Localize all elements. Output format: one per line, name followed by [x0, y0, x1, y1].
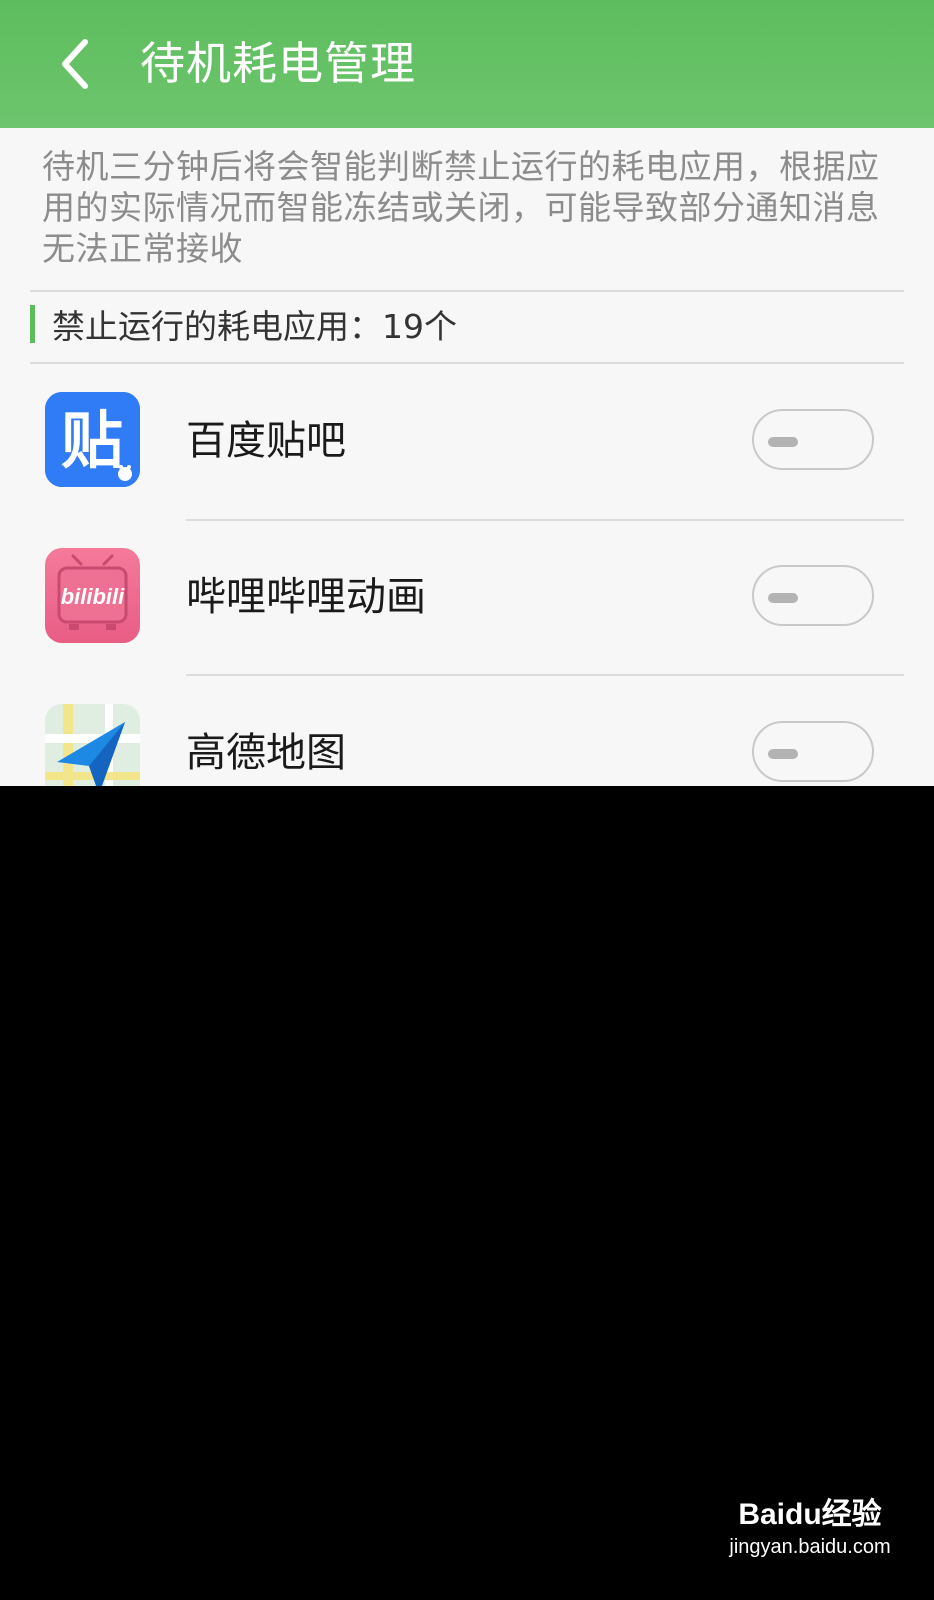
divider	[30, 362, 904, 364]
toggle-switch[interactable]	[752, 409, 874, 470]
watermark: Baidu经验 jingyan.baidu.com	[710, 1495, 910, 1559]
baidu-tieba-icon: 贴	[45, 392, 140, 487]
divider	[186, 674, 904, 676]
toggle-knob	[768, 749, 798, 759]
app-name: 哔哩哔哩动画	[186, 574, 426, 620]
app-bar: 待机耗电管理	[0, 0, 934, 128]
svg-text:贴: 贴	[61, 404, 123, 477]
list-item: 贴 百度贴吧	[0, 366, 934, 521]
back-button[interactable]	[40, 28, 110, 100]
section-header: 禁止运行的耗电应用：19个	[30, 302, 457, 346]
toggle-knob	[768, 437, 798, 447]
bilibili-icon: bilibili	[45, 548, 140, 643]
list-item: bilibili 哔哩哔哩动画	[0, 522, 934, 677]
app-name: 高德地图	[186, 730, 346, 776]
svg-text:bilibili: bilibili	[61, 584, 125, 609]
chevron-left-icon	[62, 39, 88, 89]
amap-icon	[45, 704, 140, 786]
baidu-jingyan-logo: Baidu经验	[738, 1498, 882, 1531]
toggle-knob	[768, 593, 798, 603]
section-accent-bar	[30, 305, 35, 343]
toggle-switch[interactable]	[752, 565, 874, 626]
toggle-switch[interactable]	[752, 721, 874, 782]
description-text: 待机三分钟后将会智能判断禁止运行的耗电应用，根据应用的实际情况而智能冻结或关闭，…	[42, 147, 880, 268]
page-title: 待机耗电管理	[140, 37, 417, 90]
list-item: 高德地图	[0, 678, 934, 786]
app-screen: 待机耗电管理 待机三分钟后将会智能判断禁止运行的耗电应用，根据应用的实际情况而智…	[0, 0, 934, 786]
watermark-url: jingyan.baidu.com	[729, 1536, 891, 1558]
app-name: 百度贴吧	[186, 418, 346, 464]
divider	[186, 519, 904, 521]
section-title: 禁止运行的耗电应用：19个	[52, 307, 457, 346]
divider	[30, 290, 904, 292]
